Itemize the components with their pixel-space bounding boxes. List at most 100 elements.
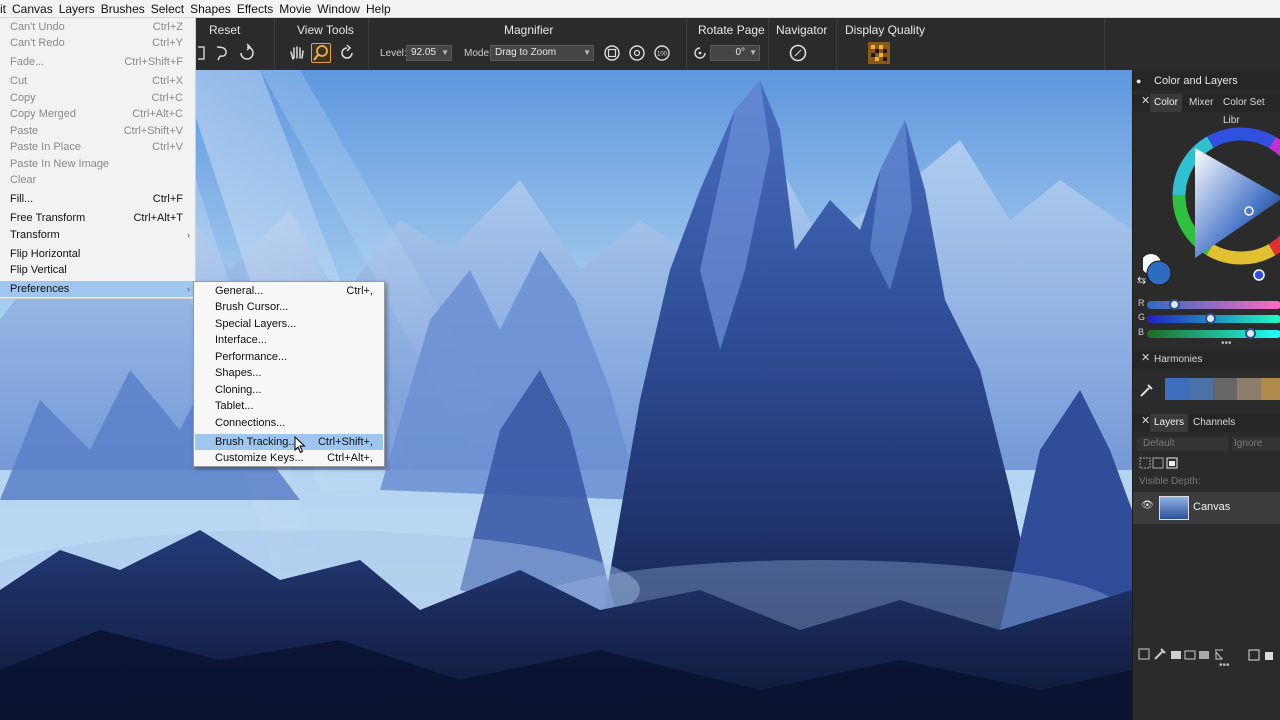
close-icon[interactable]: ✕ bbox=[1141, 351, 1150, 364]
menu-item-customize-keys[interactable]: Customize Keys... Ctrl+Alt+, bbox=[195, 450, 383, 466]
composite-method-select[interactable]: Default bbox=[1137, 437, 1229, 451]
menu-item-general[interactable]: General... Ctrl+, bbox=[195, 283, 383, 299]
menu-item-fade[interactable]: Fade... Ctrl+Shift+F bbox=[0, 54, 196, 70]
zoom-level-field[interactable]: 92.05 ▼ bbox=[406, 45, 452, 61]
menu-item-fill[interactable]: Fill... Ctrl+F bbox=[0, 191, 196, 207]
composite-depth-select[interactable]: Ignore bbox=[1232, 437, 1280, 451]
slider-knob[interactable] bbox=[1168, 299, 1180, 310]
menu-item-performance[interactable]: Performance... bbox=[195, 349, 383, 365]
slider-knob[interactable] bbox=[1204, 313, 1216, 324]
menu-item-paste-in-place[interactable]: Paste In Place Ctrl+V bbox=[0, 139, 196, 155]
color-wheel[interactable] bbox=[1143, 118, 1280, 288]
magnifier-tool-icon[interactable] bbox=[311, 43, 331, 63]
swap-colors-icon[interactable]: ⇆ bbox=[1137, 274, 1146, 287]
close-icon[interactable]: ✕ bbox=[1141, 414, 1150, 427]
close-icon[interactable]: ✕ bbox=[1141, 94, 1150, 107]
tab-layers[interactable]: Layers bbox=[1150, 414, 1189, 432]
zoom-mode-value: Drag to Zoom bbox=[495, 47, 557, 58]
menu-bar: it Canvas Layers Brushes Select Shapes E… bbox=[0, 0, 1280, 18]
menu-window[interactable]: Window bbox=[314, 0, 363, 18]
menu-item-free-transform[interactable]: Free Transform Ctrl+Alt+T bbox=[0, 210, 196, 226]
group-layers-icon bbox=[1171, 651, 1181, 659]
panel-title: Color and Layers bbox=[1154, 75, 1238, 87]
menu-edit[interactable]: it bbox=[0, 0, 9, 18]
menu-item-cut[interactable]: Cut Ctrl+X bbox=[0, 73, 196, 89]
chevron-down-icon: ▼ bbox=[749, 48, 757, 57]
layer-mask-icon bbox=[1184, 650, 1196, 660]
zoom-level-value: 92.05 bbox=[411, 47, 437, 58]
menu-canvas[interactable]: Canvas bbox=[9, 0, 56, 18]
compass-icon[interactable] bbox=[788, 43, 808, 63]
menu-layers[interactable]: Layers bbox=[56, 0, 98, 18]
visible-depth-label: Visible Depth: bbox=[1139, 476, 1201, 487]
navigator-title: Navigator bbox=[776, 23, 828, 37]
menu-item-tablet[interactable]: Tablet... bbox=[195, 398, 383, 414]
tab-color-set-libraries[interactable]: Color Set Libr bbox=[1219, 94, 1280, 126]
reset-rotation-icon[interactable] bbox=[690, 43, 710, 63]
menu-effects[interactable]: Effects bbox=[234, 0, 276, 18]
layer-row[interactable]: 👁 Canvas bbox=[1133, 492, 1280, 524]
menu-item-interface[interactable]: Interface... bbox=[195, 332, 383, 348]
layer-name: Canvas bbox=[1193, 501, 1231, 513]
menu-item-preferences[interactable]: Preferences › bbox=[0, 281, 196, 297]
harmony-swatch[interactable] bbox=[1165, 378, 1189, 400]
zoom-to-actual-icon[interactable] bbox=[627, 43, 647, 63]
menu-item-flip-horizontal[interactable]: Flip Horizontal bbox=[0, 246, 196, 262]
preferences-submenu: General... Ctrl+, Brush Cursor... Special… bbox=[193, 281, 385, 467]
rotation-angle-field[interactable]: 0° ▼ bbox=[710, 45, 760, 61]
menu-brushes[interactable]: Brushes bbox=[98, 0, 148, 18]
color-and-layers-panel: ● Color and Layers ✕ Color Mixer Color S… bbox=[1132, 70, 1280, 720]
layer-lock-icons[interactable] bbox=[1139, 456, 1179, 470]
new-layer-mask-icon bbox=[1199, 651, 1209, 659]
level-label: Level: bbox=[380, 48, 407, 59]
harmony-swatch[interactable] bbox=[1189, 378, 1213, 400]
eye-icon[interactable]: 👁 bbox=[1141, 500, 1154, 511]
menu-item-transform[interactable]: Transform › bbox=[0, 227, 196, 243]
harmonies-header: ✕ Harmonies bbox=[1133, 351, 1280, 369]
menu-item-cloning[interactable]: Cloning... bbox=[195, 382, 383, 398]
green-slider[interactable]: G bbox=[1133, 312, 1280, 325]
tab-mixer[interactable]: Mixer bbox=[1185, 94, 1217, 112]
menu-item-brush-tracking[interactable]: Brush Tracking... Ctrl+Shift+, bbox=[195, 434, 383, 450]
menu-shapes[interactable]: Shapes bbox=[187, 0, 234, 18]
reset-button[interactable]: Reset bbox=[209, 23, 240, 37]
lasso-rotate-icon[interactable] bbox=[212, 43, 232, 63]
rotate-page-tool-icon[interactable] bbox=[337, 43, 357, 63]
menu-item-clear[interactable]: Clear bbox=[0, 172, 196, 188]
tab-channels[interactable]: Channels bbox=[1189, 414, 1239, 432]
grabber-icon[interactable] bbox=[287, 43, 307, 63]
menu-item-special-layers[interactable]: Special Layers... bbox=[195, 316, 383, 332]
harmony-swatch[interactable] bbox=[1237, 378, 1261, 400]
harmony-swatch[interactable] bbox=[1261, 378, 1280, 400]
menu-item-copy-merged[interactable]: Copy Merged Ctrl+Alt+C bbox=[0, 106, 196, 122]
menu-item-brush-cursor[interactable]: Brush Cursor... bbox=[195, 299, 383, 315]
eyedropper-icon[interactable] bbox=[1138, 381, 1156, 399]
more-options-icon[interactable]: ••• bbox=[1219, 660, 1230, 671]
menu-item-flip-vertical[interactable]: Flip Vertical bbox=[0, 262, 196, 278]
rotate-hand-icon[interactable] bbox=[237, 43, 257, 63]
chevron-down-icon: ▼ bbox=[441, 48, 449, 57]
zoom-mode-select[interactable]: Drag to Zoom ▼ bbox=[490, 45, 594, 61]
display-quality-icon[interactable] bbox=[868, 42, 890, 64]
menu-item-copy[interactable]: Copy Ctrl+C bbox=[0, 90, 196, 106]
menu-help[interactable]: Help bbox=[363, 0, 394, 18]
zoom-100-icon[interactable]: 100 bbox=[652, 43, 672, 63]
layers-tabs: ✕ Layers Channels bbox=[1133, 414, 1280, 432]
more-options-icon[interactable]: ••• bbox=[1221, 338, 1232, 349]
chevron-right-icon: › bbox=[187, 284, 190, 294]
trash-icon bbox=[1265, 652, 1273, 660]
menu-item-paste[interactable]: Paste Ctrl+Shift+V bbox=[0, 123, 196, 139]
menu-item-redo[interactable]: Can't Redo Ctrl+Y bbox=[0, 35, 196, 51]
tab-color[interactable]: Color bbox=[1150, 94, 1182, 112]
dynamic-plugin-icon bbox=[1154, 648, 1166, 660]
menu-select[interactable]: Select bbox=[148, 0, 187, 18]
menu-item-connections[interactable]: Connections... bbox=[195, 415, 383, 431]
red-slider[interactable]: R bbox=[1133, 298, 1280, 311]
blue-slider[interactable]: B bbox=[1133, 327, 1280, 340]
zoom-to-fit-icon[interactable] bbox=[602, 43, 622, 63]
menu-movie[interactable]: Movie bbox=[276, 0, 314, 18]
menu-item-undo[interactable]: Can't Undo Ctrl+Z bbox=[0, 19, 196, 35]
menu-item-paste-new-image[interactable]: Paste In New Image bbox=[0, 156, 196, 172]
menu-item-shapes[interactable]: Shapes... bbox=[195, 365, 383, 381]
harmony-swatch[interactable] bbox=[1213, 378, 1237, 400]
